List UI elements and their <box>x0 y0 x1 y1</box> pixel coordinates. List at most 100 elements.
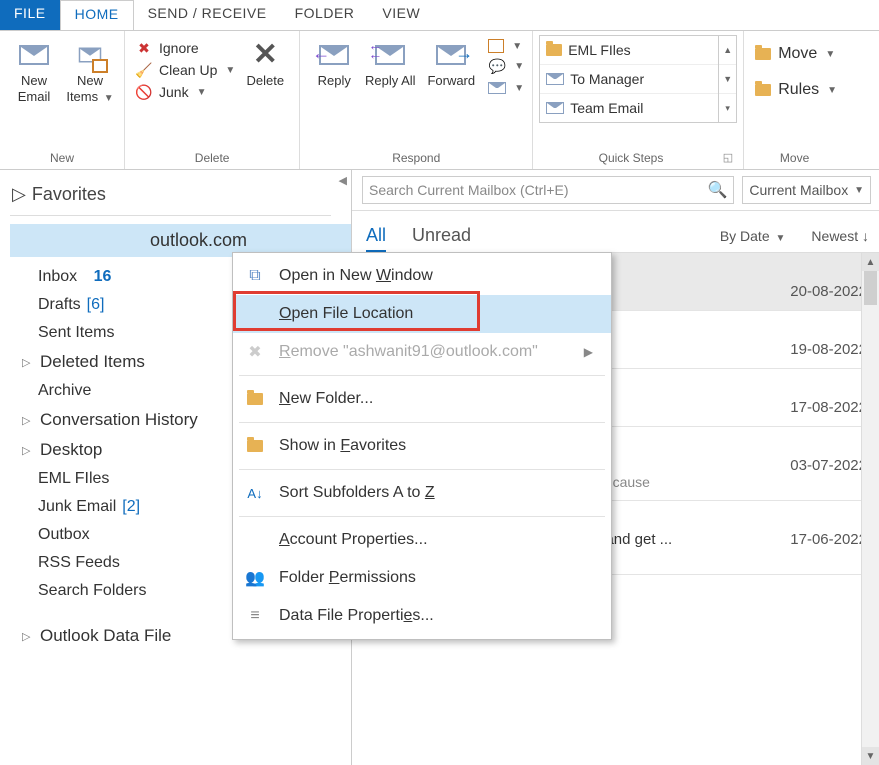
search-icon[interactable]: 🔍 <box>707 180 727 200</box>
expand-icon: ▷ <box>12 184 26 205</box>
ctx-remove-account: ✖Remove "ashwanit91@outlook.com"▶ <box>233 333 611 371</box>
chevron-down-icon: ▼ <box>776 233 786 244</box>
folder-icon <box>245 389 265 409</box>
qs-scroll-down[interactable]: ▼ <box>719 65 736 94</box>
ctx-show-favorites[interactable]: Show in Favorites <box>233 427 611 465</box>
scrollbar[interactable]: ▲ ▼ <box>861 253 879 765</box>
rules-button[interactable]: Rules▼ <box>754 81 837 99</box>
quicksteps-scroll: ▲ ▼ ▾ <box>719 35 737 123</box>
delete-icon: ✕ <box>249 39 281 71</box>
separator <box>239 469 605 470</box>
separator <box>239 516 605 517</box>
move-folder-icon <box>754 45 772 63</box>
chevron-down-icon: ▼ <box>225 65 235 76</box>
ctx-new-folder[interactable]: New Folder... <box>233 380 611 418</box>
favorites-header[interactable]: ▷Favorites <box>10 180 351 215</box>
properties-icon: ≡ <box>245 606 265 626</box>
open-window-icon: ⧉ <box>245 266 265 286</box>
more-icon <box>488 79 506 97</box>
cleanup-icon: 🧹 <box>135 61 153 79</box>
message-date: 17-08-2022 <box>790 399 867 416</box>
tab-sendrecv[interactable]: SEND / RECEIVE <box>134 0 281 30</box>
filter-unread[interactable]: Unread <box>412 225 471 252</box>
chevron-down-icon: ▼ <box>854 185 864 196</box>
search-input[interactable]: Search Current Mailbox (Ctrl+E) 🔍 <box>362 176 734 204</box>
folder-icon <box>546 44 562 56</box>
collapse-nav-icon[interactable]: ◀ <box>339 174 347 187</box>
chevron-down-icon: ▼ <box>825 49 835 60</box>
mail-icon <box>18 39 50 71</box>
ignore-button[interactable]: ✖Ignore <box>135 39 235 57</box>
im-icon: 💬 <box>488 57 506 75</box>
replyall-icon: ←← <box>374 39 406 71</box>
context-menu: ⧉Open in New Window Open File Location ✖… <box>232 252 612 640</box>
group-move-label: Move <box>750 149 839 169</box>
junk-icon: 🚫 <box>135 83 153 101</box>
sort-bydate[interactable]: By Date ▼ <box>720 228 786 252</box>
ribbon-tabs: FILE HOME SEND / RECEIVE FOLDER VIEW <box>0 0 879 30</box>
reply-button[interactable]: ← Reply <box>306 35 362 89</box>
sort-newest[interactable]: Newest ↓ <box>811 228 869 252</box>
ctx-folder-permissions[interactable]: 👥Folder Permissions <box>233 559 611 597</box>
ctx-account-properties[interactable]: Account Properties... <box>233 521 611 559</box>
ctx-open-file-location[interactable]: Open File Location <box>233 295 611 333</box>
expand-icon: ▷ <box>22 356 34 369</box>
expand-icon: ▷ <box>22 630 34 643</box>
sort-az-icon: A↓ <box>245 483 265 503</box>
ribbon: New Email New Items ▼ New ✖Ignore 🧹Clean… <box>0 30 879 170</box>
meeting-button[interactable]: ▼ <box>488 39 524 53</box>
chevron-right-icon: ▶ <box>584 345 593 359</box>
im-button[interactable]: 💬▼ <box>488 57 524 75</box>
tab-file[interactable]: FILE <box>0 0 60 30</box>
tab-view[interactable]: VIEW <box>368 0 434 30</box>
arrow-down-icon: ↓ <box>862 228 869 244</box>
group-respond: ← Reply ←← Reply All → Forward ▼ 💬▼ ▼ Re… <box>300 31 533 169</box>
qs-scroll-up[interactable]: ▲ <box>719 36 736 65</box>
ctx-datafile-properties[interactable]: ≡Data File Properties... <box>233 597 611 635</box>
chevron-down-icon: ▼ <box>827 85 837 96</box>
delete-button[interactable]: ✕ Delete <box>237 35 293 89</box>
expand-icon: ▷ <box>22 414 34 427</box>
scroll-up[interactable]: ▲ <box>862 253 879 271</box>
new-items-button[interactable]: New Items ▼ <box>62 35 118 107</box>
message-date: 03-07-2022 <box>790 457 867 474</box>
rules-folder-icon <box>754 81 772 99</box>
replyall-button[interactable]: ←← Reply All <box>362 35 418 89</box>
ctx-sort-subfolders[interactable]: A↓Sort Subfolders A to Z <box>233 474 611 512</box>
qs-tomanager[interactable]: To Manager <box>540 65 718 94</box>
group-delete-label: Delete <box>131 149 293 169</box>
ctx-open-window[interactable]: ⧉Open in New Window <box>233 257 611 295</box>
chevron-down-icon: ▼ <box>514 83 524 94</box>
group-delete: ✖Ignore 🧹Clean Up▼ 🚫Junk▼ ✕ Delete Delet… <box>125 31 300 169</box>
tab-home[interactable]: HOME <box>60 0 134 30</box>
group-move: Move▼ Rules▼ Move <box>744 31 845 169</box>
chevron-down-icon: ▼ <box>197 87 207 98</box>
message-date: 20-08-2022 <box>790 283 867 300</box>
chevron-down-icon: ▼ <box>512 41 522 52</box>
qs-emlfiles[interactable]: EML FIles <box>540 36 718 65</box>
move-button[interactable]: Move▼ <box>754 45 837 63</box>
group-quicksteps: EML FIles To Manager Team Email ▲ ▼ ▾ Qu… <box>533 31 744 169</box>
chevron-down-icon: ▼ <box>514 61 524 72</box>
qs-teamemail[interactable]: Team Email <box>540 94 718 122</box>
junk-button[interactable]: 🚫Junk▼ <box>135 83 235 101</box>
tab-folder[interactable]: FOLDER <box>281 0 369 30</box>
mail-icon <box>546 102 564 114</box>
filter-all[interactable]: All <box>366 225 386 252</box>
dialog-launcher-icon[interactable]: ◱ <box>723 151 737 165</box>
qs-expand[interactable]: ▾ <box>719 94 736 122</box>
more-respond-button[interactable]: ▼ <box>488 79 524 97</box>
separator <box>239 422 605 423</box>
group-new-label: New <box>6 149 118 169</box>
scroll-down[interactable]: ▼ <box>862 747 879 765</box>
forward-button[interactable]: → Forward <box>418 35 484 89</box>
quicksteps-gallery: EML FIles To Manager Team Email <box>539 35 719 123</box>
folder-icon <box>245 436 265 456</box>
cleanup-button[interactable]: 🧹Clean Up▼ <box>135 61 235 79</box>
search-placeholder: Search Current Mailbox (Ctrl+E) <box>369 182 569 198</box>
message-date: 19-08-2022 <box>790 341 867 358</box>
search-scope[interactable]: Current Mailbox ▼ <box>742 176 871 204</box>
group-quicksteps-label: Quick Steps◱ <box>539 149 737 169</box>
new-email-button[interactable]: New Email <box>6 35 62 105</box>
scroll-thumb[interactable] <box>864 271 877 305</box>
